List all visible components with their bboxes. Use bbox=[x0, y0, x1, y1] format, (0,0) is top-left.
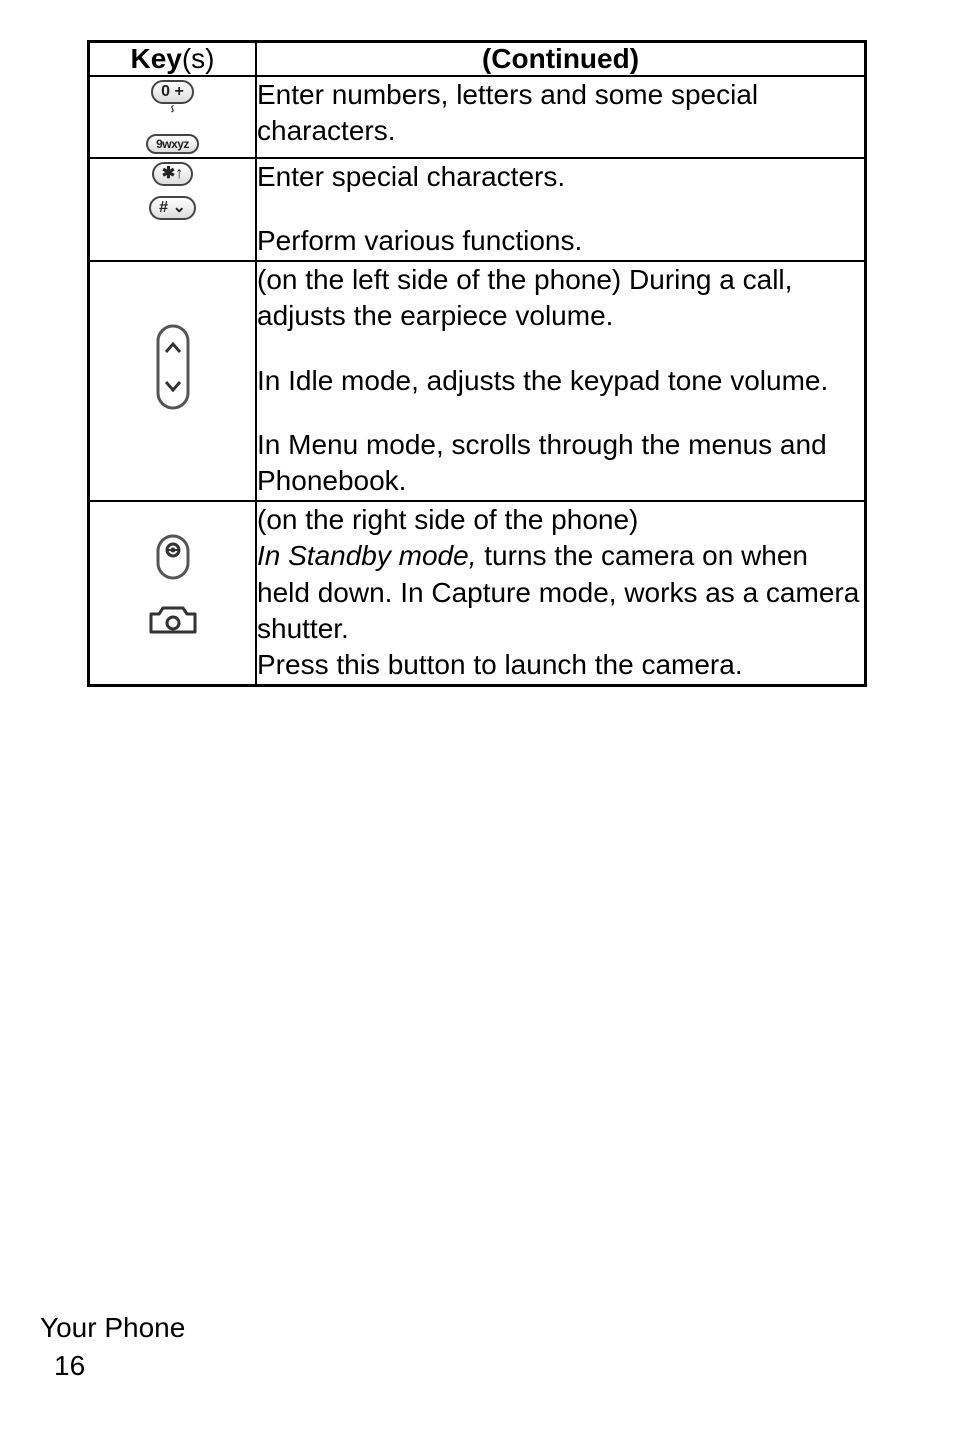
desc-text: Enter numbers, letters and some special … bbox=[257, 77, 864, 150]
keycap-star: ✱↑ bbox=[152, 162, 193, 186]
range-tilde-icon: ⸯ bbox=[167, 111, 179, 127]
header-key-s: (s) bbox=[182, 43, 215, 74]
numeric-keys-icon: 0 + ⸯ 9wxyz bbox=[89, 76, 257, 158]
keycap-9wxyz: 9wxyz bbox=[146, 134, 199, 154]
header-continued: (Continued) bbox=[256, 42, 866, 77]
desc-text: In Standby mode, turns the camera on whe… bbox=[257, 538, 864, 647]
table-row: (on the right side of the phone) In Stan… bbox=[89, 501, 866, 685]
desc-text: Press this button to launch the camera. bbox=[257, 647, 864, 683]
camera-keys-icon bbox=[89, 501, 257, 685]
header-key: Key(s) bbox=[89, 42, 257, 77]
volume-rocker-icon bbox=[89, 261, 257, 501]
page-footer: Your Phone 16 bbox=[40, 1309, 185, 1385]
table-header-row: Key(s) (Continued) bbox=[89, 42, 866, 77]
footer-page-number: 16 bbox=[40, 1347, 185, 1385]
desc-text: In Idle mode, adjusts the keypad tone vo… bbox=[257, 363, 864, 399]
header-key-label: Key bbox=[130, 43, 181, 74]
keycap-0-plus: 0 + bbox=[151, 80, 194, 104]
manual-page: Key(s) (Continued) 0 + ⸯ 9wxyz Enter num… bbox=[0, 0, 954, 1433]
keys-table: Key(s) (Continued) 0 + ⸯ 9wxyz Enter num… bbox=[87, 40, 867, 687]
camera-front-icon bbox=[145, 602, 201, 638]
keycap-hash: # ⌄ bbox=[149, 196, 196, 220]
table-row: 0 + ⸯ 9wxyz Enter numbers, letters and s… bbox=[89, 76, 866, 158]
table-row: ✱↑ # ⌄ Enter special characters. Perform… bbox=[89, 158, 866, 261]
camera-side-icon bbox=[148, 530, 198, 584]
star-hash-keys-icon: ✱↑ # ⌄ bbox=[89, 158, 257, 261]
camera-keys-desc: (on the right side of the phone) In Stan… bbox=[256, 501, 866, 685]
star-hash-desc: Enter special characters. Perform variou… bbox=[256, 158, 866, 261]
volume-rocker-desc: (on the left side of the phone) During a… bbox=[256, 261, 866, 501]
desc-text-italic: In Standby mode, bbox=[257, 540, 476, 571]
desc-text: In Menu mode, scrolls through the menus … bbox=[257, 427, 864, 500]
desc-text: Enter special characters. bbox=[257, 159, 864, 195]
table-row: (on the left side of the phone) During a… bbox=[89, 261, 866, 501]
footer-section: Your Phone bbox=[40, 1309, 185, 1347]
desc-text: (on the right side of the phone) bbox=[257, 502, 864, 538]
desc-text: (on the left side of the phone) During a… bbox=[257, 262, 864, 335]
desc-text: Perform various functions. bbox=[257, 223, 864, 259]
numeric-keys-desc: Enter numbers, letters and some special … bbox=[256, 76, 866, 158]
